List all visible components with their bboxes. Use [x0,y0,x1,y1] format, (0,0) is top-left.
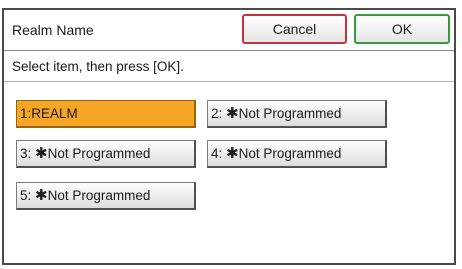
item-number: 5 [20,188,28,203]
item-label: Not Programmed [47,146,151,161]
item-label: REALM [31,106,78,121]
realm-item-3[interactable]: 3: ✱Not Programmed [16,140,196,168]
instruction-message: Select item, then press [OK]. [12,59,184,74]
screen-title: Realm Name [12,22,94,38]
realm-name-screen: Realm Name Cancel OK Select item, then p… [2,8,456,265]
asterisk-icon: ✱ [35,145,48,162]
realm-item-5[interactable]: 5: ✱Not Programmed [16,182,196,210]
item-separator: : [27,188,36,203]
item-number: 3 [20,146,28,161]
ok-button[interactable]: OK [354,14,450,44]
realm-item-1[interactable]: 1:REALM [16,100,196,128]
realm-item-2[interactable]: 2: ✱Not Programmed [207,100,387,128]
realm-list: 1:REALM 2: ✱Not Programmed 3: ✱Not Progr… [4,82,454,263]
item-separator: : [218,106,227,121]
item-number: 2 [211,106,219,121]
item-label: Not Programmed [47,188,151,203]
asterisk-icon: ✱ [226,145,239,162]
asterisk-icon: ✱ [226,105,239,122]
item-separator: : [218,146,227,161]
item-label: Not Programmed [238,146,342,161]
title-bar: Realm Name Cancel OK [4,10,454,51]
item-label: Not Programmed [238,106,342,121]
item-number: 4 [211,146,219,161]
realm-item-4[interactable]: 4: ✱Not Programmed [207,140,387,168]
message-bar: Select item, then press [OK]. [4,51,454,82]
item-separator: : [27,146,36,161]
item-number: 1 [20,106,28,121]
asterisk-icon: ✱ [35,187,48,204]
cancel-button[interactable]: Cancel [242,14,347,44]
